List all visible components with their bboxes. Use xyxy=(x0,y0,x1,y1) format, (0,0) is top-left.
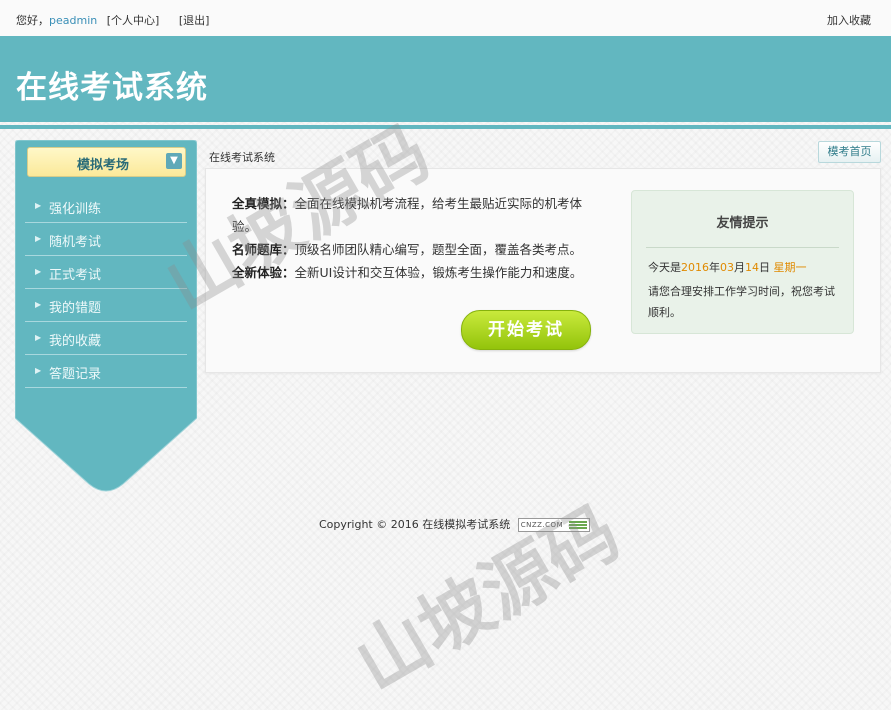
site-header: 在线考试系统 xyxy=(0,36,891,122)
footer: Copyright © 2016 在线模拟考试系统 CNZZ.COM xyxy=(319,516,590,532)
top-bar: 您好，peadmin [个人中心] [退出] 加入收藏 xyxy=(0,0,891,36)
chevron-right-icon: ▶ xyxy=(35,234,42,243)
copyright-text: Copyright © 2016 在线模拟考试系统 xyxy=(319,518,511,531)
feature-title: 全真模拟： xyxy=(232,196,295,211)
sidebar-item-jilu[interactable]: ▶ 答题记录 xyxy=(25,355,187,388)
watermark: 山坡源码 xyxy=(341,489,633,707)
sidebar-item-label: 答题记录 xyxy=(49,367,102,382)
site-title: 在线考试系统 xyxy=(16,70,208,106)
profile-link[interactable]: [个人中心] xyxy=(107,14,160,27)
sidebar-item-label: 正式考试 xyxy=(49,268,102,283)
sidebar-item-shoucang[interactable]: ▶ 我的收藏 xyxy=(25,322,187,355)
feature-item: 名师题库：顶级名师团队精心编写，题型全面，覆盖各类考点。 xyxy=(232,238,592,261)
sidebar-item-qianghua[interactable]: ▶ 强化训练 xyxy=(25,190,187,223)
sidebar-heading-label: 模拟考场 xyxy=(76,158,129,173)
logout-link[interactable]: [退出] xyxy=(179,14,210,27)
chevron-down-icon[interactable]: ▼ xyxy=(166,153,182,169)
sidebar-menu: ▶ 强化训练 ▶ 随机考试 ▶ 正式考试 ▶ 我的错题 ▶ 我的收藏 ▶ 答题记录 xyxy=(25,190,187,388)
feature-item: 全真模拟：全面在线模拟机考流程，给考生最贴近实际的机考体验。 xyxy=(232,192,592,238)
today-prefix: 今天是 xyxy=(648,261,681,274)
sidebar-item-label: 我的收藏 xyxy=(49,334,102,349)
header-divider xyxy=(0,125,891,129)
chevron-right-icon: ▶ xyxy=(35,201,42,210)
cnzz-badge-text: CNZZ.COM xyxy=(520,521,564,529)
date-month: 03 xyxy=(720,261,734,274)
tip-message: 请您合理安排工作学习时间，祝您考试顺利。 xyxy=(648,285,835,319)
add-favorite-link[interactable]: 加入收藏 xyxy=(827,12,871,28)
date-weekday: 星期一 xyxy=(773,261,807,274)
main-panel: 全真模拟：全面在线模拟机考流程，给考生最贴近实际的机考体验。 名师题库：顶级名师… xyxy=(205,168,881,373)
exam-home-button[interactable]: 模考首页 xyxy=(818,141,881,163)
chevron-right-icon: ▶ xyxy=(35,267,42,276)
sidebar-item-zhengshi[interactable]: ▶ 正式考试 xyxy=(25,256,187,289)
chevron-right-icon: ▶ xyxy=(35,300,42,309)
chevron-right-icon: ▶ xyxy=(35,366,42,375)
sidebar-item-suiji[interactable]: ▶ 随机考试 xyxy=(25,223,187,256)
sidebar-item-cuoti[interactable]: ▶ 我的错题 xyxy=(25,289,187,322)
tip-box: 友情提示 今天是2016年03月14日 星期一 请您合理安排工作学习时间，祝您考… xyxy=(631,190,854,334)
sidebar: 模拟考场 ▼ ▶ 强化训练 ▶ 随机考试 ▶ 正式考试 ▶ 我的错题 ▶ 我的收藏 ▶ 答题… xyxy=(15,140,197,492)
start-exam-button[interactable]: 开始考试 xyxy=(461,310,591,350)
feature-title: 名师题库： xyxy=(232,242,295,257)
date-year: 2016 xyxy=(681,261,709,274)
divider xyxy=(646,247,839,248)
username-link[interactable]: peadmin xyxy=(49,14,97,27)
year-unit: 年 xyxy=(709,261,720,274)
day-unit: 日 xyxy=(759,261,770,274)
chevron-right-icon: ▶ xyxy=(35,333,42,342)
today-date: 今天是2016年03月14日 星期一 xyxy=(648,259,807,275)
sidebar-item-label: 我的错题 xyxy=(49,301,102,316)
feature-text: 全新UI设计和交互体验，锻炼考生操作能力和速度。 xyxy=(294,265,583,280)
sidebar-item-label: 强化训练 xyxy=(49,202,102,217)
feature-list: 全真模拟：全面在线模拟机考流程，给考生最贴近实际的机考体验。 名师题库：顶级名师… xyxy=(232,192,592,284)
tip-title: 友情提示 xyxy=(716,216,769,231)
breadcrumb: 在线考试系统 xyxy=(209,151,275,164)
greeting-text: 您好， xyxy=(16,14,49,27)
sidebar-item-label: 随机考试 xyxy=(49,235,102,250)
feature-item: 全新体验：全新UI设计和交互体验，锻炼考生操作能力和速度。 xyxy=(232,261,592,284)
cnzz-badge[interactable]: CNZZ.COM xyxy=(517,518,590,532)
user-greeting: 您好，peadmin [个人中心] [退出] xyxy=(16,12,209,28)
month-unit: 月 xyxy=(734,261,745,274)
sidebar-heading[interactable]: 模拟考场 ▼ xyxy=(27,147,186,177)
feature-text: 顶级名师团队精心编写，题型全面，覆盖各类考点。 xyxy=(294,242,583,257)
date-day: 14 xyxy=(745,261,759,274)
feature-title: 全新体验： xyxy=(232,265,295,280)
stats-bars-icon xyxy=(568,521,587,529)
